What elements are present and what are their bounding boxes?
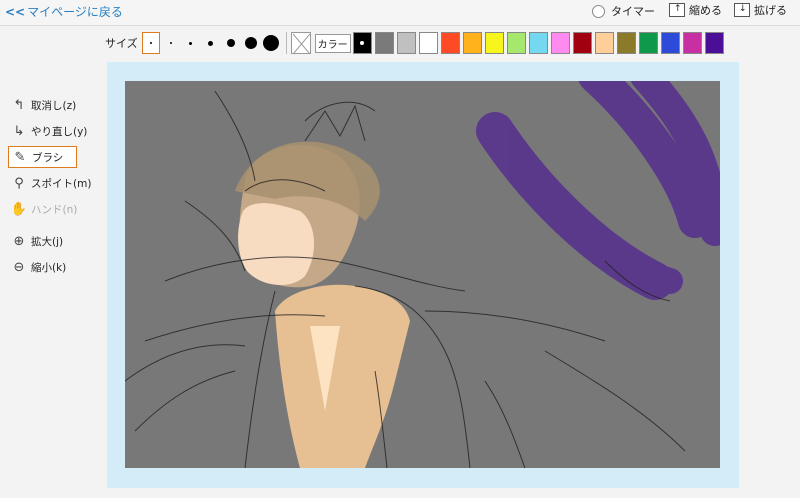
color-swatch[interactable] bbox=[704, 32, 724, 54]
brush-toolbar: サイズ カラー bbox=[105, 30, 727, 56]
redo-icon: ↳ bbox=[13, 123, 25, 139]
tool-zoom-in-button[interactable]: ⊕ 拡大(j) bbox=[8, 230, 98, 252]
tool-redo-button[interactable]: ↳ やり直し(y) bbox=[8, 120, 98, 142]
shrink-label: 縮める bbox=[689, 4, 722, 17]
color-swatch[interactable] bbox=[572, 32, 592, 54]
color-swatch[interactable] bbox=[594, 32, 614, 54]
expand-button[interactable]: ↓ 拡げる bbox=[734, 2, 787, 18]
back-to-mypage-link[interactable]: << マイページに戻る bbox=[5, 3, 123, 20]
brush-size-option[interactable] bbox=[202, 32, 220, 54]
tool-label: 取消し(z) bbox=[31, 99, 77, 112]
color-swatch[interactable] bbox=[660, 32, 680, 54]
zoom-out-icon: ⊖ bbox=[13, 259, 25, 275]
double-chevron-left-icon: << bbox=[5, 5, 26, 19]
color-swatch[interactable] bbox=[484, 32, 504, 54]
timer-toggle[interactable]: タイマー bbox=[592, 3, 655, 19]
size-dot-icon bbox=[169, 42, 172, 44]
shrink-window-icon: ↑ bbox=[669, 3, 685, 17]
size-dot-icon bbox=[208, 40, 214, 46]
size-label: サイズ bbox=[105, 37, 138, 50]
brush-size-option[interactable] bbox=[222, 32, 240, 54]
tool-label: やり直し(y) bbox=[31, 125, 88, 138]
color-palette bbox=[352, 32, 727, 54]
tool-label: スポイト(m) bbox=[31, 177, 92, 190]
canvas-frame bbox=[107, 62, 739, 488]
shrink-button[interactable]: ↑ 縮める bbox=[669, 2, 722, 18]
brush-icon: ✎ bbox=[14, 149, 26, 165]
tool-label: ハンド(n) bbox=[31, 203, 78, 216]
eyedropper-icon: ⚲ bbox=[14, 175, 24, 191]
size-dot-icon bbox=[262, 35, 279, 51]
tool-panel: ↰ 取消し(z) ↳ やり直し(y) ✎ ブラシ ⚲ スポイト(m) ✋ ハンド(n) ⊕ 拡大(j)… bbox=[8, 94, 98, 282]
color-swatch[interactable] bbox=[374, 32, 394, 54]
brush-size-option[interactable] bbox=[262, 32, 280, 54]
toolbar-divider bbox=[285, 32, 287, 54]
tool-zoom-out-button[interactable]: ⊖ 縮小(k) bbox=[8, 256, 98, 278]
timer-label: タイマー bbox=[611, 5, 655, 18]
tool-label: ブラシ bbox=[32, 151, 64, 164]
brush-size-option[interactable] bbox=[141, 32, 160, 54]
undo-icon: ↰ bbox=[13, 97, 25, 113]
size-dot-icon bbox=[149, 42, 152, 44]
tool-undo-button[interactable]: ↰ 取消し(z) bbox=[8, 94, 98, 116]
tool-label: 拡大(j) bbox=[31, 235, 64, 248]
size-dot-icon bbox=[189, 41, 193, 45]
tool-eyedropper-button[interactable]: ⚲ スポイト(m) bbox=[8, 172, 98, 194]
brush-size-option[interactable] bbox=[182, 32, 200, 54]
back-link-label: マイページに戻る bbox=[27, 5, 123, 19]
tool-label: 縮小(k) bbox=[31, 261, 67, 274]
top-bar: << マイページに戻る タイマー ↑ 縮める ↓ 拡げる bbox=[0, 0, 800, 26]
tool-brush-button[interactable]: ✎ ブラシ bbox=[8, 146, 77, 168]
color-swatch[interactable] bbox=[506, 32, 526, 54]
transparent-color-swatch[interactable] bbox=[290, 32, 311, 54]
color-swatch[interactable] bbox=[440, 32, 460, 54]
color-swatch[interactable] bbox=[550, 32, 570, 54]
tool-hand-button: ✋ ハンド(n) bbox=[8, 198, 98, 220]
color-swatch[interactable] bbox=[616, 32, 636, 54]
expand-label: 拡げる bbox=[754, 4, 787, 17]
artwork bbox=[125, 81, 720, 468]
expand-window-icon: ↓ bbox=[734, 3, 750, 17]
radio-icon[interactable] bbox=[592, 4, 605, 18]
brush-size-option[interactable] bbox=[162, 32, 180, 54]
selected-indicator-icon bbox=[360, 41, 365, 45]
drawing-canvas[interactable] bbox=[125, 81, 720, 468]
hand-icon: ✋ bbox=[10, 201, 28, 217]
color-swatch[interactable] bbox=[352, 32, 372, 54]
color-swatch[interactable] bbox=[418, 32, 438, 54]
size-dot-icon bbox=[244, 37, 257, 49]
color-swatch[interactable] bbox=[462, 32, 482, 54]
size-options bbox=[141, 32, 282, 54]
color-swatch[interactable] bbox=[638, 32, 658, 54]
size-dot-icon bbox=[226, 39, 235, 47]
zoom-in-icon: ⊕ bbox=[13, 233, 25, 249]
color-swatch[interactable] bbox=[396, 32, 416, 54]
color-label: カラー bbox=[314, 33, 351, 53]
color-swatch[interactable] bbox=[682, 32, 702, 54]
color-swatch[interactable] bbox=[528, 32, 548, 54]
brush-size-option[interactable] bbox=[242, 32, 260, 54]
